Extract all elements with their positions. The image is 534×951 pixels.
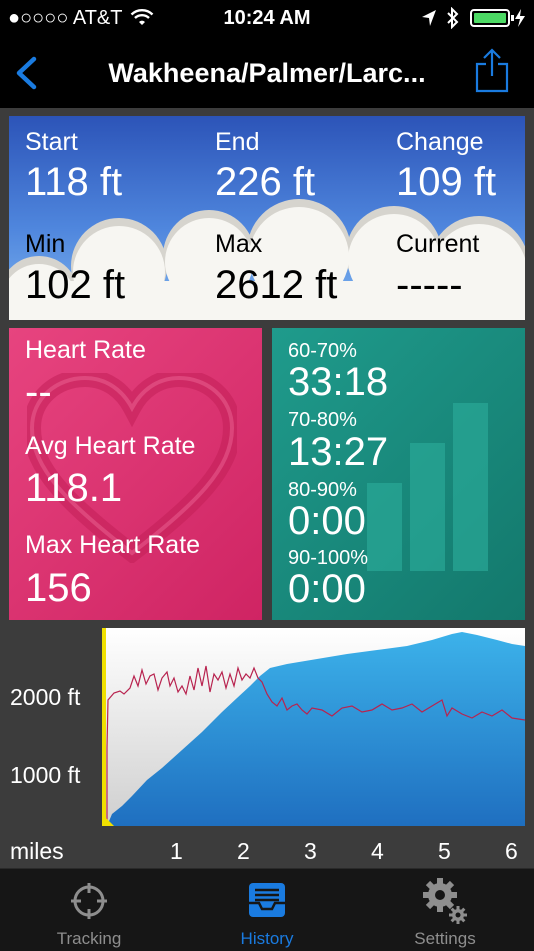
workout-detail-content: Start 118 ft End 226 ft Change 109 ft Mi… <box>0 108 534 868</box>
max-heart-rate-value: 156 <box>25 566 92 610</box>
avg-heart-rate-label: Avg Heart Rate <box>25 432 196 460</box>
share-button[interactable] <box>474 48 510 94</box>
bluetooth-icon <box>447 7 459 29</box>
tab-tracking[interactable]: Tracking <box>0 869 178 951</box>
zone-80-90-value: 0:00 <box>288 499 366 543</box>
tab-tracking-label: Tracking <box>56 929 122 948</box>
start-marker <box>102 628 106 826</box>
crosshair-icon <box>71 883 107 919</box>
gears-icon <box>423 878 467 924</box>
tab-settings-label: Settings <box>414 929 476 948</box>
zone-90-100-value: 0:00 <box>288 567 366 611</box>
elevation-graph: 2000 ft 1000 ft miles 1 2 3 4 5 6 <box>0 628 534 868</box>
status-bar: ●○○○○ AT&T 10:24 AM <box>0 0 534 38</box>
location-arrow-icon <box>422 10 436 26</box>
start-elevation-label: Start <box>25 128 78 156</box>
x-label-6: 6 <box>505 838 518 864</box>
x-label-1: 1 <box>170 838 183 864</box>
heart-rate-zones-panel: 60-70% 33:18 70-80% 13:27 80-90% 0:00 90… <box>272 328 525 620</box>
back-button[interactable] <box>12 56 40 90</box>
x-label-2: 2 <box>237 838 250 864</box>
elevation-panel: Start 118 ft End 226 ft Change 109 ft Mi… <box>9 116 525 320</box>
x-label-4: 4 <box>371 838 384 864</box>
tab-history[interactable]: History <box>178 869 356 951</box>
page-title: Wakheena/Palmer/Larc... <box>108 58 426 88</box>
tab-settings[interactable]: Settings <box>356 869 534 951</box>
min-elevation-value: 102 ft <box>25 263 126 307</box>
y-label-2000: 2000 ft <box>10 684 81 710</box>
current-elevation-value: ----- <box>396 263 463 307</box>
max-heart-rate-label: Max Heart Rate <box>25 531 201 559</box>
x-label-5: 5 <box>438 838 451 864</box>
navigation-bar: Wakheena/Palmer/Larc... <box>0 38 534 109</box>
end-elevation-value: 226 ft <box>215 160 316 204</box>
avg-heart-rate-value: 118.1 <box>25 466 123 510</box>
change-elevation-value: 109 ft <box>396 160 497 204</box>
x-axis-unit: miles <box>10 838 64 864</box>
elevation-profile-chart <box>102 628 525 826</box>
change-elevation-label: Change <box>396 128 484 156</box>
heart-rate-panel: Heart Rate -- Avg Heart Rate 118.1 Max H… <box>9 328 262 620</box>
tab-history-label: History <box>240 929 294 948</box>
zone-70-80-label: 70-80% <box>288 409 357 431</box>
max-elevation-label: Max <box>215 230 263 258</box>
x-label-3: 3 <box>304 838 317 864</box>
tab-bar: Tracking History Settings <box>0 868 534 951</box>
heart-rate-label: Heart Rate <box>25 336 146 364</box>
inbox-tray-icon <box>249 883 285 917</box>
max-elevation-value: 2612 ft <box>215 263 338 307</box>
zone-70-80-value: 13:27 <box>288 430 389 474</box>
y-label-1000: 1000 ft <box>10 762 81 788</box>
min-elevation-label: Min <box>25 230 66 258</box>
heart-rate-value: -- <box>25 370 52 414</box>
current-elevation-label: Current <box>396 230 480 258</box>
charging-bolt-icon <box>515 9 525 27</box>
end-elevation-label: End <box>215 128 260 156</box>
battery-icon <box>470 9 514 27</box>
start-elevation-value: 118 ft <box>25 160 123 204</box>
zone-60-70-value: 33:18 <box>288 360 389 404</box>
